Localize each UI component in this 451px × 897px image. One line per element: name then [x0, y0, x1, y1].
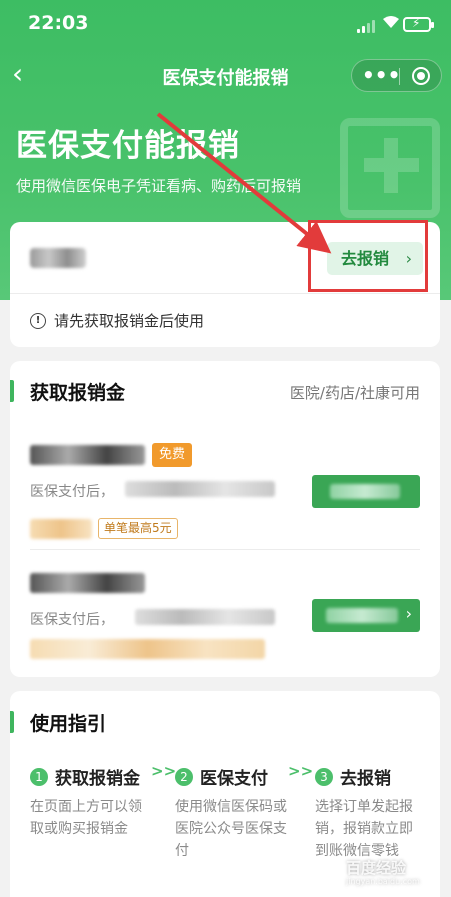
nav-bar: ‹ 医保支付能报销 •••	[0, 50, 451, 102]
double-chevron-icon: >>	[288, 762, 314, 780]
info-icon: !	[30, 312, 46, 329]
step-1: 1 获取报销金	[30, 764, 140, 789]
step-2: 2 医保支付	[175, 764, 268, 789]
paw-icon	[318, 857, 340, 879]
claim-card: 去报销 › ! 请先获取报销金后使用	[10, 220, 440, 347]
free-badge: 免费	[152, 443, 192, 467]
more-icon[interactable]: •••	[362, 63, 400, 87]
get-reimbursement-card: 获取报销金 医院/药店/社康可用 免费 医保支付后， 单笔最高5元 医保支付后，…	[10, 361, 440, 677]
section-scope-text: 医院/药店/社康可用	[289, 384, 420, 402]
step-number: 2	[175, 767, 193, 786]
step-description: 使用微信医保码或医院公众号医保支付	[175, 799, 287, 859]
baidu-jingyan-watermark: 百度经验 jingyan.baidu.com	[318, 855, 448, 891]
step-description: 在页面上方可以领取或购买报销金	[30, 799, 142, 837]
section-accent-bar	[10, 380, 14, 402]
item-description: 医保支付后，	[30, 484, 114, 500]
blurred-tags	[30, 639, 265, 659]
section-accent-bar	[10, 711, 14, 733]
blurred-account-name	[30, 248, 86, 268]
blurred-item-title	[30, 573, 145, 593]
step-3: 3 去报销	[315, 764, 391, 789]
status-bar: 22:03 ⚡	[0, 0, 451, 50]
section-title: 获取报销金	[30, 382, 126, 404]
blurred-item-title	[30, 445, 145, 465]
double-chevron-icon: >>	[151, 762, 177, 780]
annotation-highlight-box	[308, 220, 428, 292]
notice-row: ! 请先获取报销金后使用	[30, 310, 204, 331]
blurred-button-label	[330, 484, 400, 499]
close-miniprogram-icon[interactable]	[412, 67, 430, 85]
step-label: 去报销	[340, 769, 391, 789]
medical-card-decoration	[340, 118, 450, 228]
capsule-divider	[399, 68, 400, 85]
notice-text: 请先获取报销金后使用	[54, 312, 205, 330]
step-description: 选择订单发起报销，报销款立即到账微信零钱	[315, 799, 413, 859]
list-item[interactable]: 免费 医保支付后， 单笔最高5元	[30, 443, 420, 563]
wifi-icon	[382, 14, 400, 33]
step-label: 医保支付	[200, 769, 268, 789]
section-title: 使用指引	[30, 713, 107, 735]
divider	[30, 549, 420, 550]
chevron-right-icon: ›	[405, 604, 412, 623]
hero-title: 医保支付能报销	[16, 128, 240, 164]
step-number: 3	[315, 767, 333, 786]
battery-icon: ⚡	[403, 16, 434, 32]
blurred-description	[125, 481, 275, 497]
status-time: 22:03	[28, 12, 89, 34]
get-button[interactable]: ›	[312, 599, 420, 632]
blurred-button-label	[326, 608, 398, 623]
list-item[interactable]: 医保支付后， ›	[30, 571, 420, 691]
blurred-tag	[30, 519, 92, 539]
miniprogram-capsule: •••	[351, 59, 442, 92]
signal-icon	[357, 19, 377, 33]
get-button[interactable]	[312, 475, 420, 508]
item-description: 医保支付后，	[30, 612, 114, 628]
limit-tag: 单笔最高5元	[98, 518, 178, 539]
divider	[10, 293, 440, 294]
step-label: 获取报销金	[55, 769, 140, 789]
blurred-description	[135, 609, 275, 625]
step-number: 1	[30, 767, 48, 786]
hero-subtitle: 使用微信医保电子凭证看病、购药后可报销	[16, 177, 302, 195]
